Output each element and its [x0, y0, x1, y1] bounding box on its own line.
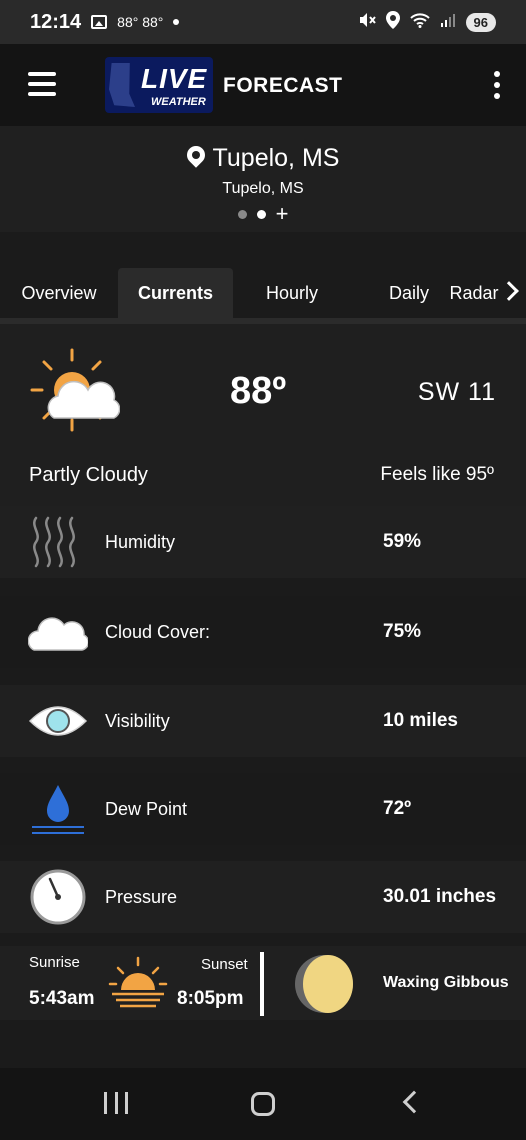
sun-moon-row: Sunrise 5:43am Sunset 8:05pm Waxing Gibb…: [0, 946, 526, 1020]
tab-currents[interactable]: Currents: [118, 268, 233, 318]
app-bar: LIVE WEATHER FORECAST: [0, 44, 526, 126]
tab-hourly[interactable]: Hourly: [243, 268, 341, 318]
mute-icon: [358, 12, 376, 32]
battery-indicator: 96: [465, 12, 496, 32]
current-condition: Partly Cloudy: [29, 464, 148, 486]
pager-dot-active[interactable]: [256, 209, 266, 219]
system-nav-bar: [0, 1068, 526, 1140]
menu-icon[interactable]: [28, 72, 56, 96]
location-pin-icon: [182, 142, 209, 168]
pager-dot[interactable]: [237, 209, 247, 219]
mississippi-shape-icon: [109, 63, 135, 107]
sunrise-label: Sunrise: [29, 954, 80, 971]
partly-cloudy-icon: [30, 348, 120, 432]
droplet-icon: [32, 785, 84, 834]
status-left: 12:14 88° 88°: [30, 10, 180, 34]
location-pager: +: [0, 203, 526, 225]
detail-row-dew-point: Dew Point 72º: [0, 773, 526, 845]
location-status-icon: [385, 11, 400, 33]
add-location-button[interactable]: +: [276, 203, 289, 225]
location-name: Tupelo, MS: [212, 144, 340, 172]
cloud-icon: [28, 617, 88, 651]
current-temperature: 88º: [230, 370, 287, 412]
wifi-icon: [409, 12, 430, 32]
live-weather-logo: LIVE WEATHER: [105, 57, 213, 113]
signal-icon: [440, 12, 456, 32]
home-icon[interactable]: [251, 1092, 275, 1116]
sun-moon-divider: [260, 952, 264, 1016]
visibility-label: Visibility: [105, 710, 170, 731]
notification-dot-icon: [173, 19, 180, 25]
tab-bar: Overview Currents Hourly Daily Radar: [0, 232, 526, 324]
eye-icon: [28, 706, 88, 736]
sunrise-time: 5:43am: [29, 988, 95, 1009]
status-temps: 88° 88°: [117, 14, 164, 30]
logo-text: LIVE: [141, 63, 208, 94]
visibility-value: 10 miles: [383, 710, 458, 731]
detail-row-visibility: Visibility 10 miles: [0, 685, 526, 757]
cloud-cover-value: 75%: [383, 621, 422, 642]
current-conditions: 88º SW 11 Partly Cloudy Feels like 95º: [0, 324, 526, 506]
more-options-icon[interactable]: [492, 71, 502, 99]
detail-row-humidity: Humidity 59%: [0, 506, 526, 578]
cloud-cover-label: Cloud Cover:: [105, 621, 211, 642]
humidity-label: Humidity: [105, 531, 176, 552]
status-time: 12:14: [30, 10, 82, 33]
detail-row-cloud-cover: Cloud Cover: 75%: [0, 596, 526, 668]
detail-row-pressure: Pressure 30.01 inches: [0, 861, 526, 933]
pressure-label: Pressure: [105, 886, 178, 907]
humidity-value: 59%: [383, 531, 422, 552]
status-bar: 12:14 88° 88° 96: [0, 0, 526, 44]
moon-phase-icon: [295, 955, 353, 1013]
current-wind: SW 11: [417, 378, 496, 406]
status-right: 96: [358, 11, 496, 33]
dew-point-value: 72º: [383, 798, 412, 819]
tab-radar[interactable]: Radar: [444, 268, 504, 318]
gallery-icon: [91, 15, 108, 29]
logo-subtext: WEATHER: [151, 96, 206, 108]
dew-point-label: Dew Point: [105, 798, 188, 819]
tab-overview[interactable]: Overview: [10, 268, 108, 318]
location-title[interactable]: Tupelo, MS: [0, 142, 526, 173]
gauge-icon: [30, 869, 86, 925]
location-header: Tupelo, MS Tupelo, MS +: [0, 126, 526, 232]
pressure-value: 30.01 inches: [383, 886, 497, 907]
app-title: FORECAST: [223, 74, 343, 97]
humidity-icon: [33, 516, 75, 568]
location-subtitle: Tupelo, MS: [222, 180, 304, 197]
back-icon[interactable]: [402, 1090, 426, 1114]
tab-daily[interactable]: Daily: [378, 268, 440, 318]
recent-apps-icon[interactable]: [104, 1092, 128, 1114]
moon-phase-label: Waxing Gibbous: [383, 974, 509, 991]
sunset-time: 8:05pm: [177, 988, 244, 1009]
feels-like: Feels like 95º: [380, 464, 494, 485]
sunset-icon: [108, 956, 168, 1008]
sunset-label: Sunset: [201, 956, 248, 973]
